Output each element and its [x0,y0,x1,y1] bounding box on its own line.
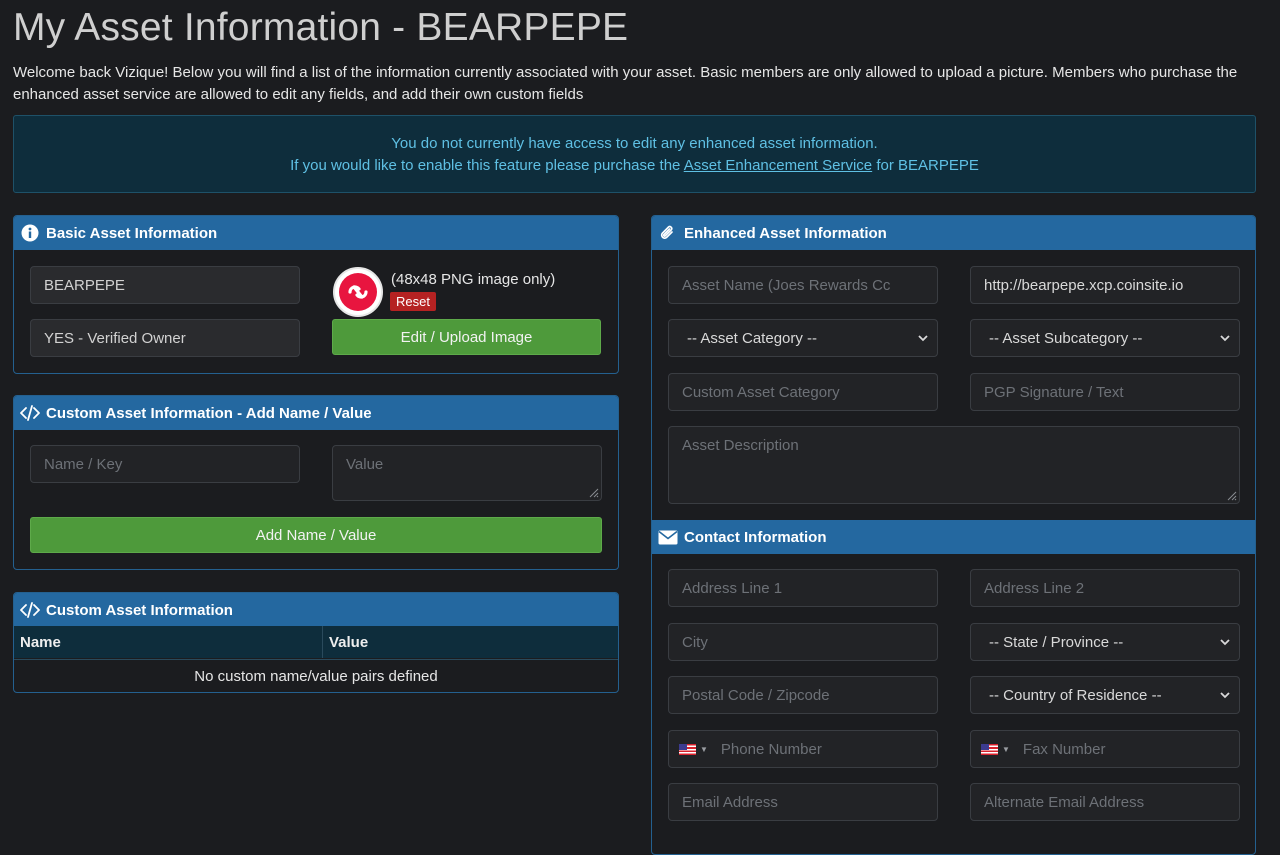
column-header-value: Value [329,633,369,651]
custom-list-title: Custom Asset Information [46,601,233,619]
page-title: My Asset Information - BEARPEPE [13,6,629,49]
custom-table-header: Name Value [14,626,618,658]
asset-subcategory-select[interactable]: -- Asset Subcategory -- [970,319,1240,357]
chevron-down-icon [918,335,928,342]
custom-category-input[interactable]: Custom Asset Category [668,373,938,411]
custom-add-panel: Custom Asset Information - Add Name / Va… [13,395,619,570]
contact-header: Contact Information [652,520,1255,554]
alert-line-1: You do not currently have access to edit… [391,135,878,152]
enhanced-asset-panel: Enhanced Asset Information Asset Name (J… [651,215,1256,855]
asset-category-select[interactable]: -- Asset Category -- [668,319,938,357]
country-select[interactable]: -- Country of Residence -- [970,676,1240,714]
country-value: -- Country of Residence -- [989,686,1162,704]
coinsite-logo-icon [339,273,377,311]
phone-number-input[interactable]: ▼ Phone Number [668,730,938,768]
flag-dropdown-caret-icon[interactable]: ▼ [700,745,708,754]
phone-placeholder: Phone Number [720,740,822,758]
empty-table-message: No custom name/value pairs defined [14,659,618,692]
value-textarea[interactable]: Value [332,445,602,501]
description-placeholder: Asset Description [682,437,799,454]
paperclip-icon [658,223,678,243]
basic-asset-title: Basic Asset Information [46,224,218,242]
enhanced-asset-title: Enhanced Asset Information [684,224,887,242]
custom-add-header: Custom Asset Information - Add Name / Va… [14,396,618,430]
custom-list-panel: Custom Asset Information Name Value No c… [13,592,619,693]
pgp-signature-input[interactable]: PGP Signature / Text [970,373,1240,411]
us-flag-icon[interactable] [981,743,998,755]
asset-full-name-input[interactable]: Asset Name (Joes Rewards Cc [668,266,938,304]
address-line-1-input[interactable]: Address Line 1 [668,569,938,607]
access-alert: You do not currently have access to edit… [13,115,1256,193]
alert-prefix: If you would like to enable this feature… [290,157,684,174]
postal-code-input[interactable]: Postal Code / Zipcode [668,676,938,714]
alternate-email-input[interactable]: Alternate Email Address [970,783,1240,821]
resize-grip-icon[interactable] [587,486,599,498]
info-icon [20,223,40,243]
contact-title: Contact Information [684,528,827,546]
us-flag-icon[interactable] [679,743,696,755]
website-input[interactable]: http://bearpepe.xcp.coinsite.io [970,266,1240,304]
basic-asset-panel: Basic Asset Information BEARPEPE YES - V… [13,215,619,374]
envelope-icon [658,527,678,547]
basic-asset-header: Basic Asset Information [14,216,618,250]
enhanced-asset-header: Enhanced Asset Information [652,216,1255,250]
fax-placeholder: Fax Number [1022,740,1106,758]
chevron-down-icon [1220,639,1230,646]
asset-avatar [333,267,383,317]
name-key-input[interactable]: Name / Key [30,445,300,483]
alert-line-2: If you would like to enable this feature… [14,155,1255,177]
resize-grip-icon[interactable] [1225,489,1237,501]
alert-suffix: for BEARPEPE [872,157,979,174]
state-province-select[interactable]: -- State / Province -- [970,623,1240,661]
city-input[interactable]: City [668,623,938,661]
chevron-down-icon [1220,692,1230,699]
asset-subcategory-value: -- Asset Subcategory -- [989,329,1143,347]
add-name-value-button[interactable]: Add Name / Value [30,517,602,553]
custom-add-title: Custom Asset Information - Add Name / Va… [46,404,372,422]
flag-dropdown-caret-icon[interactable]: ▼ [1002,745,1010,754]
state-province-value: -- State / Province -- [989,633,1124,651]
column-header-name: Name [14,626,323,658]
code-icon [20,600,40,620]
asset-name-field: BEARPEPE [30,266,300,304]
edit-upload-image-button[interactable]: Edit / Upload Image [332,319,601,355]
address-line-2-input[interactable]: Address Line 2 [970,569,1240,607]
intro-text: Welcome back Vizique! Below you will fin… [13,64,1238,103]
asset-enhancement-link[interactable]: Asset Enhancement Service [684,157,872,174]
chevron-down-icon [1220,335,1230,342]
value-placeholder: Value [346,456,384,473]
custom-list-header: Custom Asset Information [14,593,618,627]
fax-number-input[interactable]: ▼ Fax Number [970,730,1240,768]
email-address-input[interactable]: Email Address [668,783,938,821]
code-icon [20,403,40,423]
reset-image-button[interactable]: Reset [390,292,436,311]
image-note: (48x48 PNG image only) [391,271,556,288]
asset-category-value: -- Asset Category -- [687,329,818,347]
owner-status-field: YES - Verified Owner [30,319,300,357]
asset-description-textarea[interactable]: Asset Description [668,426,1240,504]
